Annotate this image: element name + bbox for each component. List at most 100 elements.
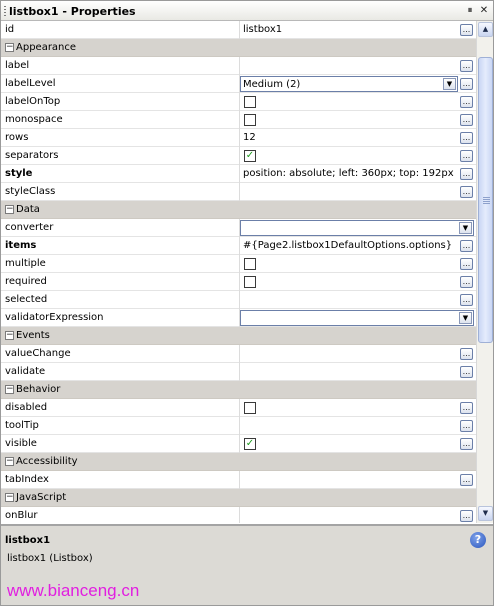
property-value[interactable]: #{Page2.listbox1DefaultOptions.options}	[243, 240, 457, 251]
drag-grip-icon[interactable]	[4, 6, 6, 17]
property-row-converter[interactable]: converter ▼	[1, 219, 476, 237]
ellipsis-button[interactable]: ...	[460, 96, 473, 108]
column-divider[interactable]	[239, 129, 240, 147]
collapse-icon[interactable]: −	[5, 43, 14, 52]
property-row-visible[interactable]: visible ✓...	[1, 435, 476, 453]
column-divider[interactable]	[239, 165, 240, 183]
property-row-onblur[interactable]: onBlur...	[1, 507, 476, 523]
property-value[interactable]: position: absolute; left: 360px; top: 19…	[243, 168, 457, 179]
help-icon[interactable]: ?	[470, 532, 486, 548]
category-behavior[interactable]: − Behavior	[1, 381, 476, 399]
collapse-icon[interactable]: −	[5, 205, 14, 214]
property-checkbox[interactable]: ✓	[244, 438, 256, 450]
ellipsis-button[interactable]: ...	[460, 60, 473, 72]
property-checkbox[interactable]	[244, 402, 256, 414]
property-row-tabindex[interactable]: tabIndex...	[1, 471, 476, 489]
collapse-icon[interactable]: −	[5, 385, 14, 394]
property-row-monospace[interactable]: monospace...	[1, 111, 476, 129]
collapse-icon[interactable]: −	[5, 331, 14, 340]
ellipsis-button[interactable]: ...	[460, 168, 473, 180]
category-javascript[interactable]: − JavaScript	[1, 489, 476, 507]
property-row-labelontop[interactable]: labelOnTop...	[1, 93, 476, 111]
dropdown-arrow-icon[interactable]: ▼	[443, 78, 456, 90]
ellipsis-button[interactable]: ...	[460, 78, 473, 90]
property-checkbox[interactable]	[244, 276, 256, 288]
column-divider[interactable]	[239, 147, 240, 165]
ellipsis-button[interactable]: ...	[460, 132, 473, 144]
collapse-icon[interactable]: −	[5, 457, 14, 466]
property-row-validate[interactable]: validate...	[1, 363, 476, 381]
property-row-rows[interactable]: rows 12...	[1, 129, 476, 147]
category-data[interactable]: − Data	[1, 201, 476, 219]
ellipsis-button[interactable]: ...	[460, 420, 473, 432]
ellipsis-button[interactable]: ...	[460, 402, 473, 414]
column-divider[interactable]	[239, 57, 240, 75]
property-dropdown[interactable]: ▼	[240, 310, 474, 326]
property-row-selected[interactable]: selected...	[1, 291, 476, 309]
vertical-scrollbar[interactable]: ▲ ▼	[476, 21, 493, 523]
column-divider[interactable]	[239, 255, 240, 273]
property-row-tooltip[interactable]: toolTip...	[1, 417, 476, 435]
category-events[interactable]: − Events	[1, 327, 476, 345]
column-divider[interactable]	[239, 111, 240, 129]
column-divider[interactable]	[239, 399, 240, 417]
property-name: valueChange	[5, 348, 71, 359]
property-row-id[interactable]: id listbox1...	[1, 21, 476, 39]
ellipsis-button[interactable]: ...	[460, 114, 473, 126]
column-divider[interactable]	[239, 345, 240, 363]
property-row-validatorexpression[interactable]: validatorExpression ▼	[1, 309, 476, 327]
dropdown-arrow-icon[interactable]: ▼	[459, 312, 472, 324]
category-accessibility[interactable]: − Accessibility	[1, 453, 476, 471]
property-row-items[interactable]: items #{Page2.listbox1DefaultOptions.opti…	[1, 237, 476, 255]
dropdown-arrow-icon[interactable]: ▼	[459, 222, 472, 234]
column-divider[interactable]	[239, 183, 240, 201]
ellipsis-button[interactable]: ...	[460, 474, 473, 486]
ellipsis-button[interactable]: ...	[460, 150, 473, 162]
column-divider[interactable]	[239, 291, 240, 309]
ellipsis-button[interactable]: ...	[460, 258, 473, 270]
property-dropdown[interactable]: ▼	[240, 220, 474, 236]
property-row-separators[interactable]: separators ✓...	[1, 147, 476, 165]
property-checkbox[interactable]	[244, 258, 256, 270]
ellipsis-button[interactable]: ...	[460, 438, 473, 450]
property-checkbox[interactable]	[244, 114, 256, 126]
property-row-disabled[interactable]: disabled...	[1, 399, 476, 417]
column-divider[interactable]	[239, 273, 240, 291]
column-divider[interactable]	[239, 21, 240, 39]
scroll-thumb[interactable]	[478, 57, 493, 343]
scroll-down-button[interactable]: ▼	[478, 506, 493, 521]
property-dropdown[interactable]: Medium (2) ▼	[240, 76, 458, 92]
column-divider[interactable]	[239, 237, 240, 255]
ellipsis-button[interactable]: ...	[460, 240, 473, 252]
ellipsis-button[interactable]: ...	[460, 366, 473, 378]
column-divider[interactable]	[239, 363, 240, 381]
ellipsis-button[interactable]: ...	[460, 294, 473, 306]
property-row-multiple[interactable]: multiple...	[1, 255, 476, 273]
property-checkbox[interactable]: ✓	[244, 150, 256, 162]
property-row-style[interactable]: style position: absolute; left: 360px; to…	[1, 165, 476, 183]
column-divider[interactable]	[239, 435, 240, 453]
ellipsis-button[interactable]: ...	[460, 186, 473, 198]
collapse-icon[interactable]: −	[5, 493, 14, 502]
ellipsis-button[interactable]: ...	[460, 348, 473, 360]
column-divider[interactable]	[239, 471, 240, 489]
scroll-up-button[interactable]: ▲	[478, 22, 493, 37]
title-bar[interactable]: listbox1 - Properties ⏸ ✕	[1, 1, 493, 21]
property-checkbox[interactable]	[244, 96, 256, 108]
property-row-required[interactable]: required...	[1, 273, 476, 291]
ellipsis-button[interactable]: ...	[460, 276, 473, 288]
property-value[interactable]: 12	[243, 132, 457, 143]
ellipsis-button[interactable]: ...	[460, 510, 473, 522]
category-appearance[interactable]: − Appearance	[1, 39, 476, 57]
property-row-styleclass[interactable]: styleClass...	[1, 183, 476, 201]
property-row-valuechange[interactable]: valueChange...	[1, 345, 476, 363]
ellipsis-button[interactable]: ...	[460, 24, 473, 36]
column-divider[interactable]	[239, 417, 240, 435]
property-row-labellevel[interactable]: labelLevel Medium (2) ▼...	[1, 75, 476, 93]
property-row-label[interactable]: label...	[1, 57, 476, 75]
pin-icon[interactable]: ⏸	[464, 5, 476, 17]
close-icon[interactable]: ✕	[478, 5, 490, 17]
column-divider[interactable]	[239, 507, 240, 523]
property-value[interactable]: listbox1	[243, 24, 457, 35]
column-divider[interactable]	[239, 93, 240, 111]
